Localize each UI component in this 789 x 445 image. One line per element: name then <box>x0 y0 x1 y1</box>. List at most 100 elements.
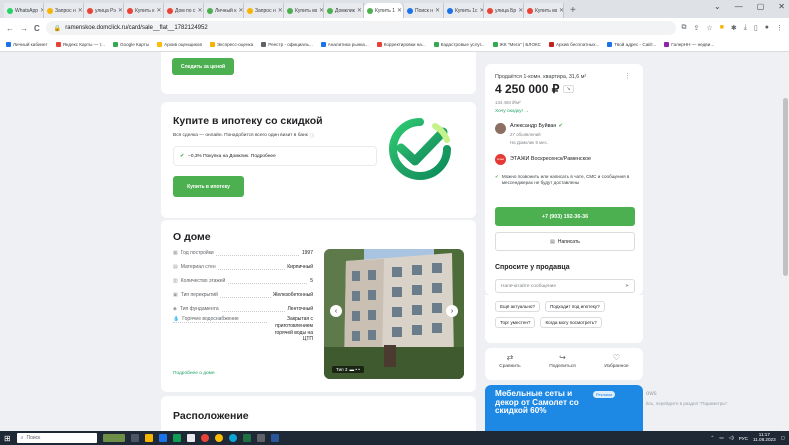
photo-next-button[interactable]: › <box>446 305 458 317</box>
quick-question-chip[interactable]: Подходит под ипотеку? <box>544 301 605 312</box>
more-about-house-link[interactable]: Подробнее о доме <box>173 371 215 376</box>
close-tab-icon[interactable]: ✕ <box>278 7 283 14</box>
follow-price-button[interactable]: Следить за ценой <box>172 58 234 75</box>
extensions-puzzle-icon[interactable]: ✱ <box>731 24 737 32</box>
agency-name[interactable]: ЭТАЖИ Воскресенск/Раменское <box>510 156 591 162</box>
store-icon[interactable] <box>158 434 167 442</box>
close-tab-icon[interactable]: ✕ <box>78 7 83 14</box>
taskbar-search[interactable]: ⌕ Поиск <box>16 433 97 443</box>
scrollbar-thumb[interactable] <box>783 98 788 276</box>
notifications-icon[interactable]: ▢ <box>781 435 785 441</box>
browser-tab[interactable]: Купить 1 ✕ <box>364 3 404 18</box>
address-bar[interactable]: 🔒 ramenskoe.domclick.ru/card/sale__flat_… <box>45 21 676 35</box>
yandex-browser-icon[interactable] <box>214 434 223 442</box>
back-icon[interactable]: ← <box>6 24 14 33</box>
bookmark-item[interactable]: Экспресс-оценка <box>209 42 253 47</box>
browser-tab[interactable]: Запрос н ✕ <box>244 3 284 18</box>
close-window-button[interactable]: ✕ <box>778 2 785 11</box>
browser-tab[interactable]: Купить 1с✕ <box>444 3 484 18</box>
chrome-icon[interactable] <box>200 434 209 442</box>
ad-banner[interactable]: Мебельные сеты и декор от Самолет со ски… <box>485 385 643 431</box>
maximize-button[interactable]: ▢ <box>757 2 765 11</box>
start-button-icon[interactable]: ⊞ <box>4 434 11 443</box>
quick-question-chip[interactable]: Когда могу посмотреть? <box>540 317 602 328</box>
clock[interactable]: 11:17 11.08.2023 <box>753 433 776 442</box>
agent-avatar[interactable] <box>495 123 506 134</box>
page-scrollbar[interactable] <box>782 52 789 431</box>
bookmark-item[interactable]: Корректировки на... <box>376 42 426 47</box>
browser-tab[interactable]: Купить к ✕ <box>124 3 164 18</box>
excel-icon[interactable] <box>242 434 251 442</box>
bookmark-item[interactable]: Кадастровые услуг... <box>433 42 485 47</box>
tab-search-icon[interactable]: ⌄ <box>714 2 721 11</box>
install-icon[interactable]: ⧉ <box>682 24 687 32</box>
bookmark-item[interactable]: Реестр - официаль... <box>261 42 313 47</box>
quick-question-chip[interactable]: Торг уместен? <box>495 317 536 328</box>
agent-ads-count[interactable]: 27 объявлений <box>510 132 541 137</box>
more-options-icon[interactable]: ⋮ <box>624 72 631 80</box>
download-icon[interactable]: ⤓ <box>744 24 747 32</box>
bookmark-star-icon[interactable]: ☆ <box>706 24 712 32</box>
close-tab-icon[interactable]: ✕ <box>156 7 161 14</box>
profile-avatar-icon[interactable]: ● <box>765 24 769 32</box>
bookmark-item[interactable]: ЖК "Мега" | БЛОКС <box>492 42 541 47</box>
share-page-icon[interactable]: ⇪ <box>694 24 700 32</box>
info-icon[interactable]: ⓘ <box>310 132 315 139</box>
write-button[interactable]: ▤ Написать <box>495 232 635 251</box>
action-share-button[interactable]: ↪ Поделиться <box>549 353 576 369</box>
photo-prev-button[interactable]: ‹ <box>330 305 342 317</box>
edge-icon[interactable] <box>228 434 237 442</box>
volume-icon[interactable]: ◁) <box>729 435 734 441</box>
browser-tab[interactable]: Дом по с ✕ <box>164 3 204 18</box>
language-indicator[interactable]: РУС <box>739 436 748 441</box>
discount-link[interactable]: Хочу скидку! → <box>495 109 529 114</box>
browser-tab[interactable]: Купить кв ✕ <box>524 3 564 18</box>
browser-tab[interactable]: улица Рэ ✕ <box>84 3 124 18</box>
mail-icon[interactable] <box>172 434 181 442</box>
sidepanel-icon[interactable]: ▯ <box>754 24 758 32</box>
action-compare-button[interactable]: ⇄ Сравнить <box>499 353 520 369</box>
close-tab-icon[interactable]: ✕ <box>357 7 362 14</box>
browser-tab[interactable]: WhatsApp✕ <box>4 3 44 18</box>
bookmark-item[interactable]: Твой адрес - Сайт... <box>607 42 656 47</box>
minimize-button[interactable]: — <box>735 2 743 11</box>
send-icon[interactable]: ➤ <box>625 284 629 289</box>
browser-tab[interactable]: улица Бр ✕ <box>484 3 524 18</box>
browser-tab[interactable]: Личный к ✕ <box>204 3 244 18</box>
browser-tab[interactable]: Купить кв ✕ <box>284 3 324 18</box>
bookmark-item[interactable]: Архив оценщиков <box>157 42 202 47</box>
quick-question-chip[interactable]: Ещё актуально? <box>495 301 540 312</box>
browser-tab[interactable]: Запрос н ✕ <box>44 3 84 18</box>
bookmark-item[interactable]: Яндекс Карты — т... <box>55 42 105 47</box>
close-tab-icon[interactable]: ✕ <box>435 7 440 14</box>
notes-app-icon[interactable] <box>256 434 265 442</box>
bookmark-item[interactable]: Аналитика рынка... <box>320 42 369 47</box>
close-tab-icon[interactable]: ✕ <box>197 7 202 14</box>
phone-button[interactable]: +7 (903) 192-36-36 <box>495 207 635 226</box>
bookmark-item[interactable]: Google Карты <box>112 42 149 47</box>
buy-mortgage-button[interactable]: Купить в ипотеку <box>173 176 244 197</box>
file-explorer-icon[interactable] <box>144 434 153 442</box>
bookmark-item[interactable]: Архив бесплатных... <box>548 42 599 47</box>
taskbar-app-icon[interactable] <box>186 434 195 442</box>
forward-icon[interactable]: → <box>20 24 28 33</box>
menu-icon[interactable]: ⋮ <box>776 24 783 32</box>
close-tab-icon[interactable]: ✕ <box>518 7 523 14</box>
browser-tab[interactable]: Поиск н ✕ <box>404 3 444 18</box>
close-tab-icon[interactable]: ✕ <box>118 7 123 14</box>
bookmark-item[interactable]: ГалерНН — недви... <box>664 42 714 47</box>
price-history-icon[interactable]: ↘ <box>563 85 574 93</box>
message-input[interactable]: Напечатайте сообщение ➤ <box>495 279 635 293</box>
tray-chevron-icon[interactable]: ⌃ <box>711 435 715 441</box>
reload-icon[interactable]: C <box>34 24 40 33</box>
bookmark-item[interactable]: Личный кабинет <box>6 42 48 47</box>
action-heart-button[interactable]: ♡ Избранное <box>604 353 628 369</box>
word-icon[interactable] <box>270 434 279 442</box>
agent-name[interactable]: Александр Буйван ✔ <box>510 123 563 129</box>
network-icon[interactable]: ▭ <box>719 435 723 441</box>
extension-icon[interactable]: ■ <box>720 24 724 32</box>
close-tab-icon[interactable]: ✕ <box>397 7 402 14</box>
taskbar-widget-icon[interactable] <box>102 434 125 442</box>
mortgage-discount-box[interactable]: ✔ −0,3% Покупка на Домклик. Подробнее <box>173 146 377 166</box>
browser-tab[interactable]: Домклик ✕ <box>324 3 364 18</box>
